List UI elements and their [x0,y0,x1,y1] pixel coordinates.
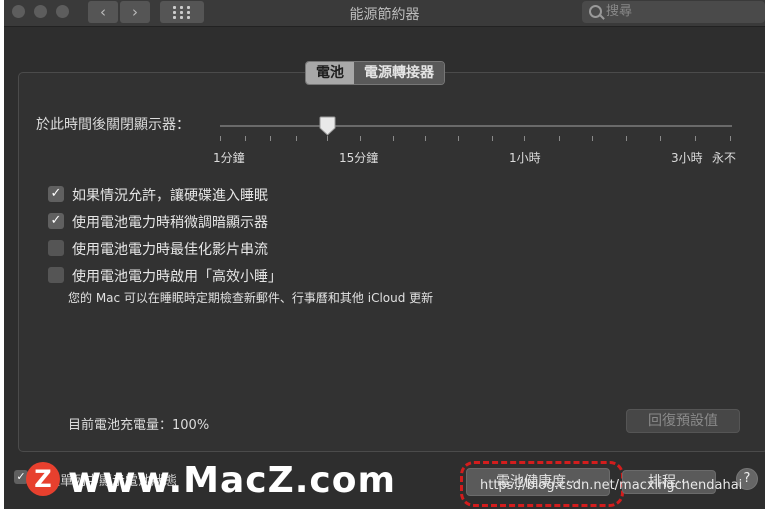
checkbox-disk-sleep[interactable]: ✓ [48,186,64,202]
tab-control: 電池 電源轉接器 [305,61,445,85]
title-bar: ‹ › 能源節約器 搜尋 [4,0,765,27]
slider-tick [559,136,560,141]
slider-tick [296,136,297,141]
option-label-power-nap: 使用電池電力時啟用「高效小睡」 [72,269,282,285]
option-label-disk-sleep: 如果情況允許，讓硬碟進入睡眠 [72,188,268,204]
tab-battery[interactable]: 電池 [306,62,354,84]
slider-tick [245,136,246,141]
tick-label-15-minutes: 15分鐘 [339,151,379,165]
power-nap-note: 您的 Mac 可以在睡眠時定期檢查新郵件、行事曆和其他 iCloud 更新 [68,291,434,305]
slider-tick [458,136,459,141]
checkbox-optimize-video[interactable] [48,240,64,256]
option-label-dim-display: 使用電池電力時稍微調暗顯示器 [72,215,268,231]
search-icon [589,5,602,18]
slider-tick [270,136,271,141]
checkbox-dim-display[interactable]: ✓ [48,213,64,229]
tick-label-3-hours: 3小時 [671,151,703,165]
slider-tick [626,136,627,141]
slider-tick [524,136,525,141]
slider-tick [327,136,328,141]
tab-power-adapter[interactable]: 電源轉接器 [354,62,444,84]
checkbox-power-nap[interactable] [48,267,64,283]
watermark-logo: Z [26,462,60,496]
display-sleep-slider-thumb[interactable] [319,116,336,136]
restore-defaults-button[interactable]: 回復預設值 [626,409,740,433]
search-placeholder: 搜尋 [606,4,633,19]
slider-tick [592,136,593,141]
slider-tick [660,136,661,141]
slider-tick [695,136,696,141]
search-field[interactable]: 搜尋 [582,1,765,23]
display-sleep-slider-track[interactable] [220,125,732,127]
slider-tick [360,136,361,141]
slider-tick [393,136,394,141]
battery-charge-status: 目前電池充電量：100% [68,418,210,433]
tick-label-1-minute: 1分鐘 [213,151,245,165]
display-sleep-label: 於此時間後關閉顯示器： [36,117,190,133]
watermark-url: https://blog.csdn.net/macxingchendahai [480,478,743,493]
slider-tick [492,136,493,141]
preferences-window: ‹ › 能源節約器 搜尋 電池 電源轉接器 於此時間後關閉顯示器： 1分鐘 15… [4,0,765,509]
watermark-text: www.MacZ.com [68,460,396,501]
tick-label-1-hour: 1小時 [509,151,541,165]
option-label-optimize-video: 使用電池電力時最佳化影片串流 [72,242,268,258]
slider-tick [425,136,426,141]
slider-tick [220,136,221,141]
slider-tick [730,136,731,141]
tick-label-never: 永不 [712,151,737,165]
